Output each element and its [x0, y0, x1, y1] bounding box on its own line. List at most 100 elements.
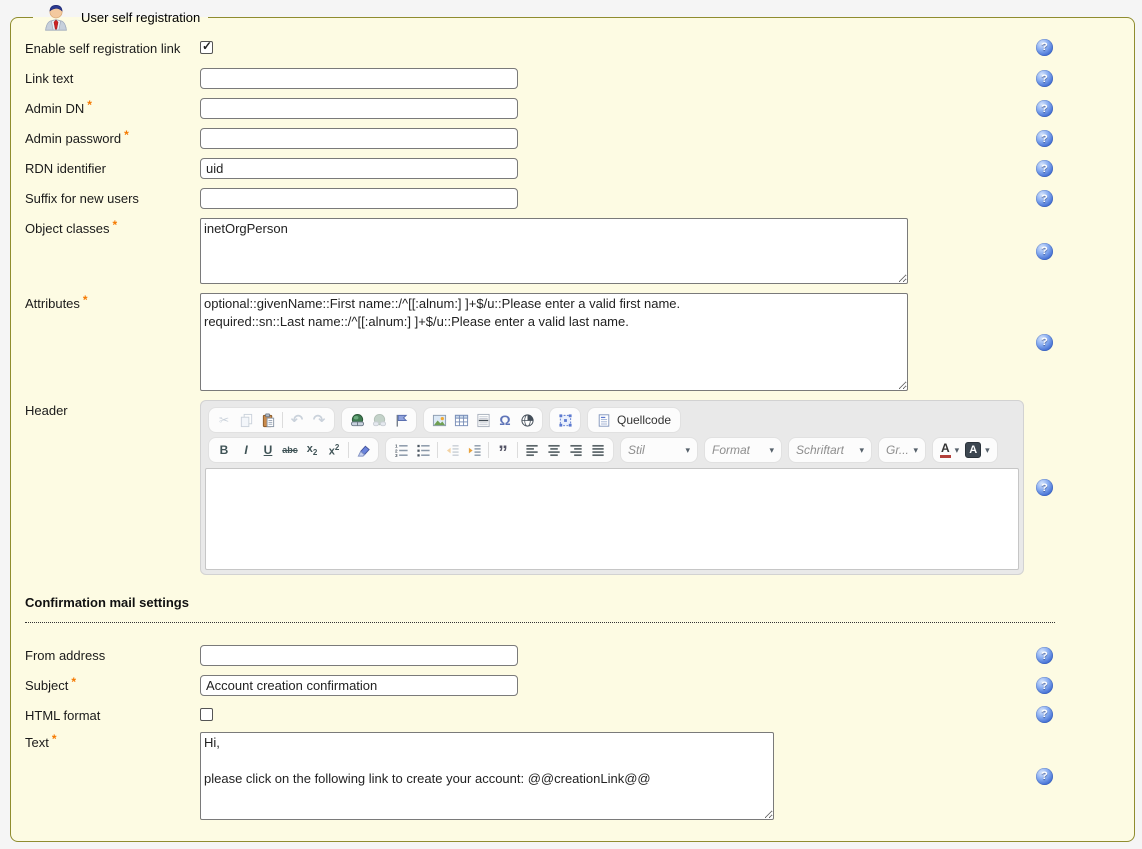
font-dropdown[interactable]: Schriftart▾ [788, 437, 872, 463]
field-row-html-format: HTML format ? [25, 705, 1114, 723]
format-dropdown[interactable]: Format▾ [704, 437, 782, 463]
align-center-icon[interactable] [543, 439, 565, 461]
remove-format-icon[interactable] [352, 439, 374, 461]
font-size-dropdown[interactable]: Gr...▾ [878, 437, 926, 463]
align-justify-icon[interactable] [587, 439, 609, 461]
insert-group: Ω [423, 407, 543, 433]
admin-dn-input[interactable] [200, 98, 518, 119]
toolbar-separator [437, 442, 438, 458]
help-icon[interactable]: ? [1036, 768, 1053, 785]
required-icon: * [83, 293, 88, 307]
from-address-label: From address [25, 645, 200, 663]
bulleted-list-icon[interactable] [412, 439, 434, 461]
required-icon: * [113, 218, 118, 232]
help-icon[interactable]: ? [1036, 190, 1053, 207]
editor-toolbar-row2: B I U abc x2 x2 123 [205, 435, 1019, 465]
chevron-down-icon: ▾ [859, 445, 864, 456]
special-character-icon[interactable]: Ω [494, 409, 516, 431]
attributes-textarea[interactable]: optional::givenName::First name::/^[[:al… [200, 293, 908, 391]
bold-icon[interactable]: B [213, 439, 235, 461]
chevron-down-icon: ▾ [769, 445, 774, 456]
text-textarea[interactable]: Hi, please click on the following link t… [200, 732, 774, 820]
suffix-input[interactable] [200, 188, 518, 209]
numbered-list-icon[interactable]: 123 [390, 439, 412, 461]
help-icon[interactable]: ? [1036, 70, 1053, 87]
paragraph-group: 123 ” [385, 437, 614, 463]
italic-icon[interactable]: I [235, 439, 257, 461]
align-right-icon[interactable] [565, 439, 587, 461]
required-icon: * [71, 675, 76, 689]
help-icon[interactable]: ? [1036, 100, 1053, 117]
link-text-input[interactable] [200, 68, 518, 89]
toolbar-separator [348, 442, 349, 458]
text-color-button[interactable]: A▾ [937, 439, 962, 461]
svg-text:3: 3 [394, 453, 397, 458]
superscript-icon[interactable]: x2 [323, 439, 345, 461]
help-icon[interactable]: ? [1036, 243, 1053, 260]
link-group [341, 407, 417, 433]
iframe-globe-icon[interactable] [516, 409, 538, 431]
underline-icon[interactable]: U [257, 439, 279, 461]
enable-checkbox[interactable] [200, 41, 213, 54]
object-classes-label: Object classes* [25, 218, 200, 236]
help-icon[interactable]: ? [1036, 706, 1053, 723]
maximize-icon[interactable] [554, 409, 576, 431]
from-address-input[interactable] [200, 645, 518, 666]
help-icon[interactable]: ? [1036, 647, 1053, 664]
redo-icon[interactable]: ↷ [308, 409, 330, 431]
html-format-checkbox[interactable] [200, 708, 213, 721]
user-icon [41, 2, 71, 32]
link-icon[interactable] [346, 409, 368, 431]
anchor-flag-icon[interactable] [390, 409, 412, 431]
blockquote-icon[interactable]: ” [492, 439, 514, 461]
indent-icon[interactable] [463, 439, 485, 461]
help-icon[interactable]: ? [1036, 160, 1053, 177]
field-row-subject: Subject* ? [25, 675, 1114, 696]
required-icon: * [87, 98, 92, 112]
html-format-label: HTML format [25, 705, 200, 723]
table-icon[interactable] [450, 409, 472, 431]
help-icon[interactable]: ? [1036, 479, 1053, 496]
field-row-admin-dn: Admin DN* ? [25, 98, 1114, 119]
object-classes-textarea[interactable]: inetOrgPerson [200, 218, 908, 284]
strikethrough-icon[interactable]: abc [279, 439, 301, 461]
help-icon[interactable]: ? [1036, 39, 1053, 56]
image-icon[interactable] [428, 409, 450, 431]
panel-legend: User self registration [33, 2, 208, 32]
chevron-down-icon: ▾ [913, 445, 918, 456]
subscript-icon[interactable]: x2 [301, 439, 323, 461]
help-icon[interactable]: ? [1036, 130, 1053, 147]
enable-label: Enable self registration link [25, 38, 200, 56]
admin-password-input[interactable] [200, 128, 518, 149]
self-registration-panel: User self registration Enable self regis… [10, 2, 1135, 842]
help-icon[interactable]: ? [1036, 677, 1053, 694]
cut-icon[interactable]: ✂ [213, 409, 235, 431]
basicstyles-group: B I U abc x2 x2 [208, 437, 379, 463]
undo-icon[interactable]: ↶ [286, 409, 308, 431]
rdn-input[interactable] [200, 158, 518, 179]
paste-icon[interactable] [257, 409, 279, 431]
editor-toolbar-row1: ✂ ↶ ↷ [205, 405, 1019, 435]
source-document-icon [597, 413, 611, 428]
subject-input[interactable] [200, 675, 518, 696]
field-row-object-classes: Object classes* inetOrgPerson ? [25, 218, 1114, 284]
maximize-group [549, 407, 581, 433]
editor-content-area[interactable] [205, 468, 1019, 570]
section-heading-confirmation-mail: Confirmation mail settings [25, 595, 1055, 623]
field-row-enable: Enable self registration link ? [25, 38, 1114, 56]
field-row-suffix: Suffix for new users ? [25, 188, 1114, 209]
background-color-button[interactable]: A▾ [962, 439, 992, 461]
copy-icon[interactable] [235, 409, 257, 431]
header-label: Header [25, 400, 200, 418]
field-row-from-address: From address ? [25, 645, 1114, 666]
source-button[interactable]: Quellcode [587, 407, 681, 433]
style-dropdown[interactable]: Stil▾ [620, 437, 698, 463]
horizontal-rule-icon[interactable] [472, 409, 494, 431]
unlink-icon[interactable] [368, 409, 390, 431]
help-icon[interactable]: ? [1036, 334, 1053, 351]
subject-label: Subject* [25, 675, 200, 693]
chevron-down-icon: ▾ [955, 445, 960, 456]
outdent-icon[interactable] [441, 439, 463, 461]
background-color-icon: A [965, 442, 981, 458]
align-left-icon[interactable] [521, 439, 543, 461]
